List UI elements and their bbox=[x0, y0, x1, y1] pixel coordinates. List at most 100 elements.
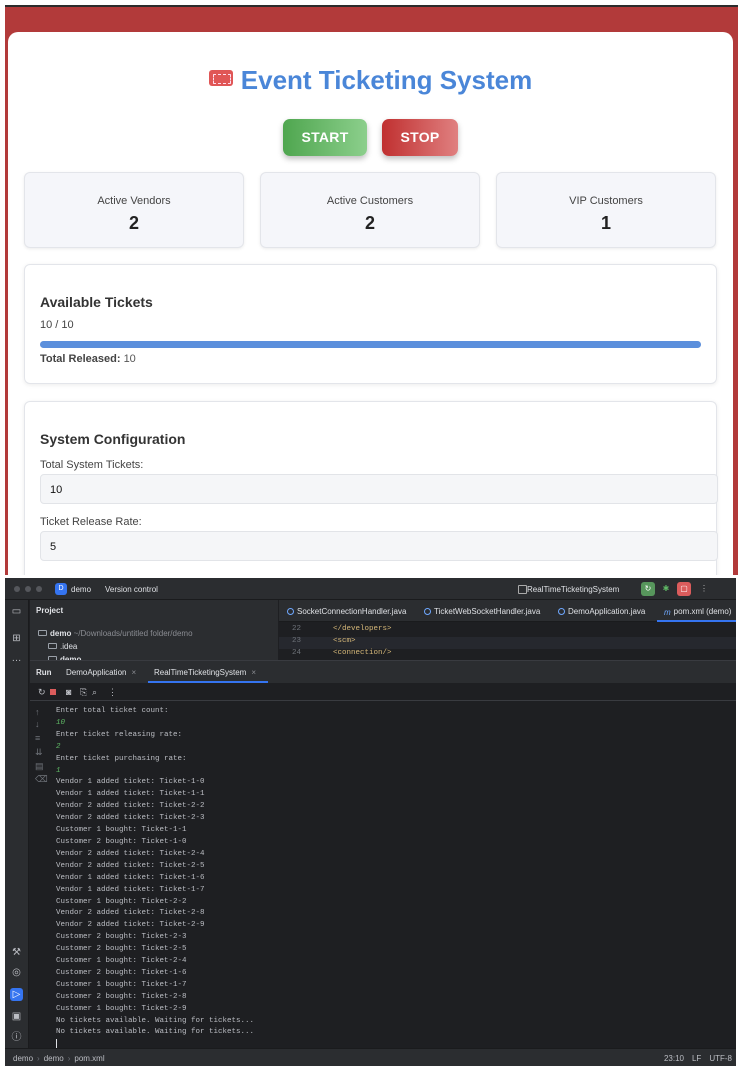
file-encoding[interactable]: UTF-8 bbox=[709, 1054, 732, 1063]
code-text: <scm> bbox=[333, 637, 356, 645]
zoom-window-icon[interactable] bbox=[36, 586, 42, 592]
stat-vip-customers: VIP Customers 1 bbox=[496, 172, 716, 248]
maven-file-icon: m bbox=[664, 608, 671, 617]
scroll-down-icon[interactable]: ↓ bbox=[35, 719, 40, 729]
start-button[interactable]: START bbox=[283, 119, 367, 156]
more-tools-icon[interactable]: … bbox=[10, 652, 23, 665]
console-line: Customer 2 bought: Ticket-1-0 bbox=[56, 837, 187, 846]
export-icon[interactable]: ⎘ bbox=[80, 687, 87, 698]
console-line: Customer 1 bought: Ticket-2-2 bbox=[56, 897, 187, 906]
scroll-to-end-icon[interactable]: ⇊ bbox=[35, 747, 43, 758]
console-line: Customer 1 bought: Ticket-1-1 bbox=[56, 826, 187, 835]
camera-icon[interactable]: ◙ bbox=[66, 687, 71, 697]
tree-item-idea[interactable]: .idea bbox=[48, 642, 77, 651]
editor-tab[interactable]: DemoApplication.java bbox=[558, 607, 645, 616]
editor-tab[interactable]: TicketWebSocketHandler.java bbox=[424, 607, 540, 616]
stat-label: Active Vendors bbox=[97, 195, 171, 207]
app-card: Event Ticketing System START STOP Active… bbox=[8, 32, 733, 575]
project-panel-header[interactable]: Project bbox=[36, 606, 63, 615]
stat-active-customers: Active Customers 2 bbox=[260, 172, 480, 248]
soft-wrap-icon[interactable]: ≡ bbox=[35, 733, 40, 743]
version-control-menu[interactable]: Version control bbox=[105, 585, 158, 594]
project-switcher[interactable]: demo bbox=[71, 585, 91, 594]
close-window-icon[interactable] bbox=[14, 586, 20, 592]
tool-window-strip: ▭ ⊞ … ⚒ ◎ ▷ ▣ ⓘ ⑂ bbox=[5, 600, 29, 1064]
run-tab-label: DemoApplication bbox=[66, 668, 127, 677]
total-released-label: Total Released: bbox=[40, 353, 121, 365]
folder-icon bbox=[48, 643, 57, 649]
more-icon[interactable]: ⋮ bbox=[108, 687, 117, 698]
code-editor[interactable]: 22 </developers> 23 <scm> 24 <connection/> bbox=[279, 623, 736, 660]
editor-tab-label: pom.xml (demo) bbox=[673, 607, 732, 616]
minimize-window-icon[interactable] bbox=[25, 586, 31, 592]
project-badge[interactable]: D bbox=[55, 583, 67, 595]
line-number: 22 bbox=[291, 625, 301, 633]
editor-tab-active[interactable]: m pom.xml (demo) bbox=[664, 607, 731, 617]
editor-tabs: SocketConnectionHandler.java TicketWebSo… bbox=[279, 600, 736, 622]
structure-tool-icon[interactable]: ⊞ bbox=[10, 632, 23, 645]
editor-tab-label: DemoApplication.java bbox=[568, 607, 646, 616]
caret-position[interactable]: 23:10 bbox=[664, 1054, 684, 1063]
run-toolbar: ↻ ◙ ⎘ ⌕ ⋮ bbox=[30, 683, 736, 701]
status-bar: demo › demo › pom.xml 23:10 LF UTF-8 bbox=[5, 1048, 736, 1066]
run-configuration-select[interactable]: RealTimeTicketingSystem bbox=[517, 585, 619, 594]
close-icon[interactable]: × bbox=[251, 668, 256, 677]
console-line: Vendor 1 added ticket: Ticket-1-1 bbox=[56, 790, 205, 799]
console-input-line: 2 bbox=[56, 742, 61, 751]
run-tabs: Run DemoApplication × RealTimeTicketingSy… bbox=[30, 661, 736, 683]
console-line: No tickets available. Waiting for ticket… bbox=[56, 1016, 255, 1025]
java-file-icon bbox=[424, 608, 431, 615]
ide-window: D demo Version control RealTimeTicketing… bbox=[5, 578, 736, 1066]
line-number: 24 bbox=[291, 649, 301, 657]
tickets-count: 10 / 10 bbox=[40, 319, 74, 331]
services-tool-icon[interactable]: ◎ bbox=[10, 966, 23, 979]
problems-tool-icon[interactable]: ⓘ bbox=[10, 1031, 23, 1044]
run-tool-icon[interactable]: ▷ bbox=[10, 988, 23, 1001]
project-panel: Project demo ~/Downloads/untitled folder… bbox=[30, 600, 278, 664]
release-rate-label: Ticket Release Rate: bbox=[40, 516, 142, 528]
tree-item-label: demo bbox=[50, 629, 72, 638]
console-line: Enter ticket releasing rate: bbox=[56, 730, 183, 739]
console-gutter: ↑ ↓ ≡ ⇊ ▤ ⌫ bbox=[30, 701, 52, 1051]
run-tab-active[interactable]: RealTimeTicketingSystem × bbox=[154, 668, 256, 677]
available-tickets-panel: Available Tickets 10 / 10 Total Released… bbox=[24, 264, 717, 384]
console-output[interactable]: Enter total ticket count: 10 Enter ticket … bbox=[56, 706, 696, 1053]
breadcrumb-item[interactable]: pom.xml bbox=[74, 1054, 104, 1063]
scroll-up-icon[interactable]: ↑ bbox=[35, 707, 40, 717]
print-icon[interactable]: ▤ bbox=[35, 761, 44, 772]
page-title: Event Ticketing System bbox=[8, 65, 733, 96]
console-line: Vendor 2 added ticket: Ticket-2-3 bbox=[56, 814, 205, 823]
release-rate-input[interactable]: 5 bbox=[40, 531, 718, 561]
project-tool-icon[interactable]: ▭ bbox=[10, 605, 23, 618]
run-tab[interactable]: DemoApplication × bbox=[66, 668, 136, 677]
editor-tab[interactable]: SocketConnectionHandler.java bbox=[287, 607, 406, 616]
debug-icon[interactable]: ✱ bbox=[659, 582, 673, 596]
stat-value: 1 bbox=[600, 213, 611, 233]
rerun-icon[interactable]: ↻ bbox=[641, 582, 655, 596]
rerun-icon[interactable]: ↻ bbox=[38, 687, 46, 698]
console-line: Vendor 2 added ticket: Ticket-2-2 bbox=[56, 802, 205, 811]
run-panel-label: Run bbox=[36, 668, 52, 677]
stop-run-icon[interactable]: ▢ bbox=[677, 582, 691, 596]
stop-button[interactable]: STOP bbox=[382, 119, 458, 156]
folder-icon bbox=[38, 630, 47, 636]
close-icon[interactable]: × bbox=[131, 668, 136, 677]
tree-item-label: .idea bbox=[60, 642, 78, 651]
line-separator[interactable]: LF bbox=[692, 1054, 701, 1063]
breadcrumb-item[interactable]: demo bbox=[44, 1054, 64, 1063]
breadcrumb-item[interactable]: demo bbox=[13, 1054, 33, 1063]
tree-item-path: ~/Downloads/untitled folder/demo bbox=[73, 629, 193, 638]
console-line: Customer 2 bought: Ticket-2-8 bbox=[56, 992, 187, 1001]
editor-tab-label: TicketWebSocketHandler.java bbox=[434, 607, 541, 616]
terminal-tool-icon[interactable]: ▣ bbox=[10, 1010, 23, 1023]
more-actions-icon[interactable]: ⋮ bbox=[697, 582, 711, 596]
clear-icon[interactable]: ⌫ bbox=[35, 774, 48, 785]
stop-icon[interactable] bbox=[50, 689, 56, 695]
total-tickets-input[interactable]: 10 bbox=[40, 474, 718, 504]
find-icon[interactable]: ⌕ bbox=[92, 687, 97, 698]
build-tool-icon[interactable]: ⚒ bbox=[10, 946, 23, 959]
tree-item-demo-root[interactable]: demo ~/Downloads/untitled folder/demo bbox=[38, 629, 193, 638]
console-line: Customer 2 bought: Ticket-2-3 bbox=[56, 933, 187, 942]
chevron-right-icon: › bbox=[67, 1054, 71, 1063]
console-line: Customer 2 bought: Ticket-2-5 bbox=[56, 945, 187, 954]
